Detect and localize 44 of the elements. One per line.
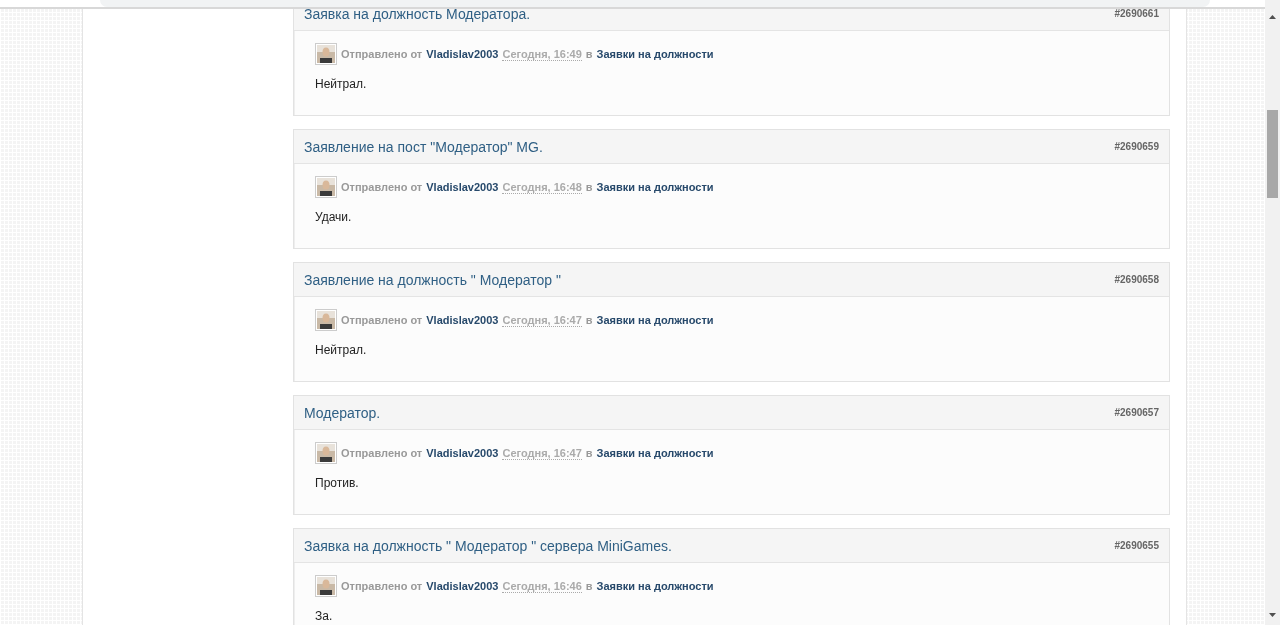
sent-by-label: Отправлено от <box>341 314 423 326</box>
forum-link[interactable]: Заявки на должности <box>596 314 714 326</box>
post-title-link[interactable]: Заявка на должность Модератора. <box>304 5 531 22</box>
in-label: в <box>585 181 593 193</box>
author-link[interactable]: Vladislav2003 <box>426 580 499 592</box>
post-id: #2690659 <box>1114 141 1159 152</box>
post-text: Нейтрал. <box>315 77 368 91</box>
post-text: Удачи. <box>315 210 353 224</box>
in-label: в <box>585 580 593 592</box>
author-link[interactable]: Vladislav2003 <box>426 314 499 326</box>
post-text: Против. <box>315 476 360 490</box>
post-id: #2690658 <box>1114 274 1159 285</box>
author-link[interactable]: Vladislav2003 <box>426 181 499 193</box>
author-link[interactable]: Vladislav2003 <box>426 447 499 459</box>
scroll-up-icon[interactable] <box>1269 15 1276 19</box>
in-label: в <box>585 447 593 459</box>
scrollbar[interactable] <box>1265 0 1280 625</box>
sent-by-label: Отправлено от <box>341 181 423 193</box>
forum-link[interactable]: Заявки на должности <box>596 48 714 60</box>
scroll-down-icon[interactable] <box>1269 613 1276 617</box>
forum-link[interactable]: Заявки на должности <box>596 181 714 193</box>
post-text: Нейтрал. <box>315 343 368 357</box>
post-date: Сегодня, 16:47 <box>502 313 582 327</box>
post-date: Сегодня, 16:46 <box>502 579 582 593</box>
post-title-link[interactable]: Заявление на должность " Модератор " <box>304 271 561 288</box>
sent-by-label: Отправлено от <box>341 580 423 592</box>
sent-by-label: Отправлено от <box>341 48 423 60</box>
post-id: #2690661 <box>1114 8 1159 19</box>
scrollbar-thumb[interactable] <box>1267 110 1278 198</box>
post-id: #2690655 <box>1114 540 1159 551</box>
sent-by-label: Отправлено от <box>341 447 423 459</box>
post-id: #2690657 <box>1114 407 1159 418</box>
post-title-link[interactable]: Заявление на пост "Модератор" MG. <box>304 138 543 155</box>
post-title-link[interactable]: Заявка на должность " Модератор " сервера MiniGames. <box>304 537 672 554</box>
forum-link[interactable]: Заявки на должности <box>596 580 714 592</box>
post-date: Сегодня, 16:49 <box>502 47 582 61</box>
in-label: в <box>585 314 593 326</box>
post-title-link[interactable]: Модератор. <box>304 404 381 421</box>
in-label: в <box>585 48 593 60</box>
author-link[interactable]: Vladislav2003 <box>426 48 499 60</box>
post-date: Сегодня, 16:48 <box>502 180 582 194</box>
post-date: Сегодня, 16:47 <box>502 446 582 460</box>
post-text: За. <box>315 609 334 623</box>
forum-link[interactable]: Заявки на должности <box>596 447 714 459</box>
